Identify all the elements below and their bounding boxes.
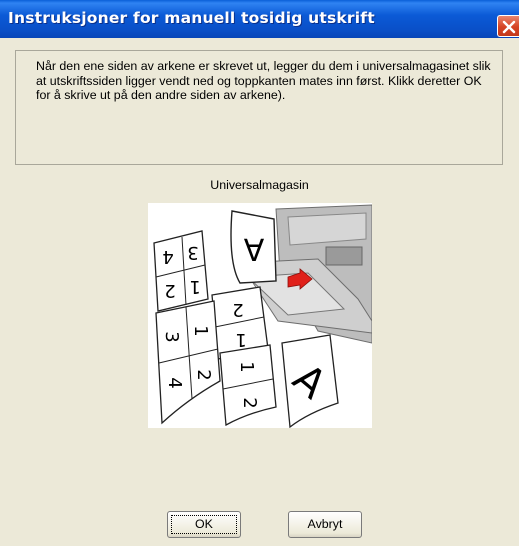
printer-tray-illustration: A 4 3 2 1 2 1 3 4 1 2 1 2 A [153, 204, 372, 428]
page-label: 3 [187, 242, 198, 263]
page-label: 2 [232, 299, 243, 320]
title-bar[interactable]: Instruksjoner for manuell tosidig utskri… [0, 0, 519, 38]
close-icon [502, 20, 516, 34]
printer-slot [325, 246, 363, 266]
dialog-window: Instruksjoner for manuell tosidig utskri… [0, 0, 519, 546]
page-label: A [243, 231, 264, 266]
page-label: 2 [193, 369, 214, 380]
page-label: 1 [190, 325, 211, 336]
duplex-illustration: A 4 3 2 1 2 1 3 4 1 2 1 2 A [148, 203, 372, 428]
cancel-button-label: Avbryt [307, 517, 343, 531]
printer-panel [287, 212, 367, 246]
page-label: 4 [164, 377, 185, 388]
sheet-bottom-left [155, 300, 221, 425]
focus-rectangle [171, 515, 237, 534]
page-label: 1 [236, 361, 257, 372]
ok-button[interactable]: OK [167, 511, 241, 538]
instruction-text: Når den ene siden av arkene er skrevet u… [36, 59, 491, 102]
sheet-bottom-middle [219, 344, 277, 427]
page-label: 4 [162, 246, 173, 267]
page-label: 1 [235, 329, 246, 350]
window-title: Instruksjoner for manuell tosidig utskri… [8, 9, 375, 27]
instruction-box: Når den ene siden av arkene er skrevet u… [15, 50, 503, 165]
page-label: 2 [164, 280, 175, 301]
illustration-caption: Universalmagasin [210, 178, 309, 192]
page-label: 1 [189, 276, 200, 297]
page-label: 2 [239, 397, 260, 408]
page-label: 3 [161, 331, 182, 342]
cancel-button[interactable]: Avbryt [288, 511, 362, 538]
close-button[interactable] [497, 15, 519, 37]
